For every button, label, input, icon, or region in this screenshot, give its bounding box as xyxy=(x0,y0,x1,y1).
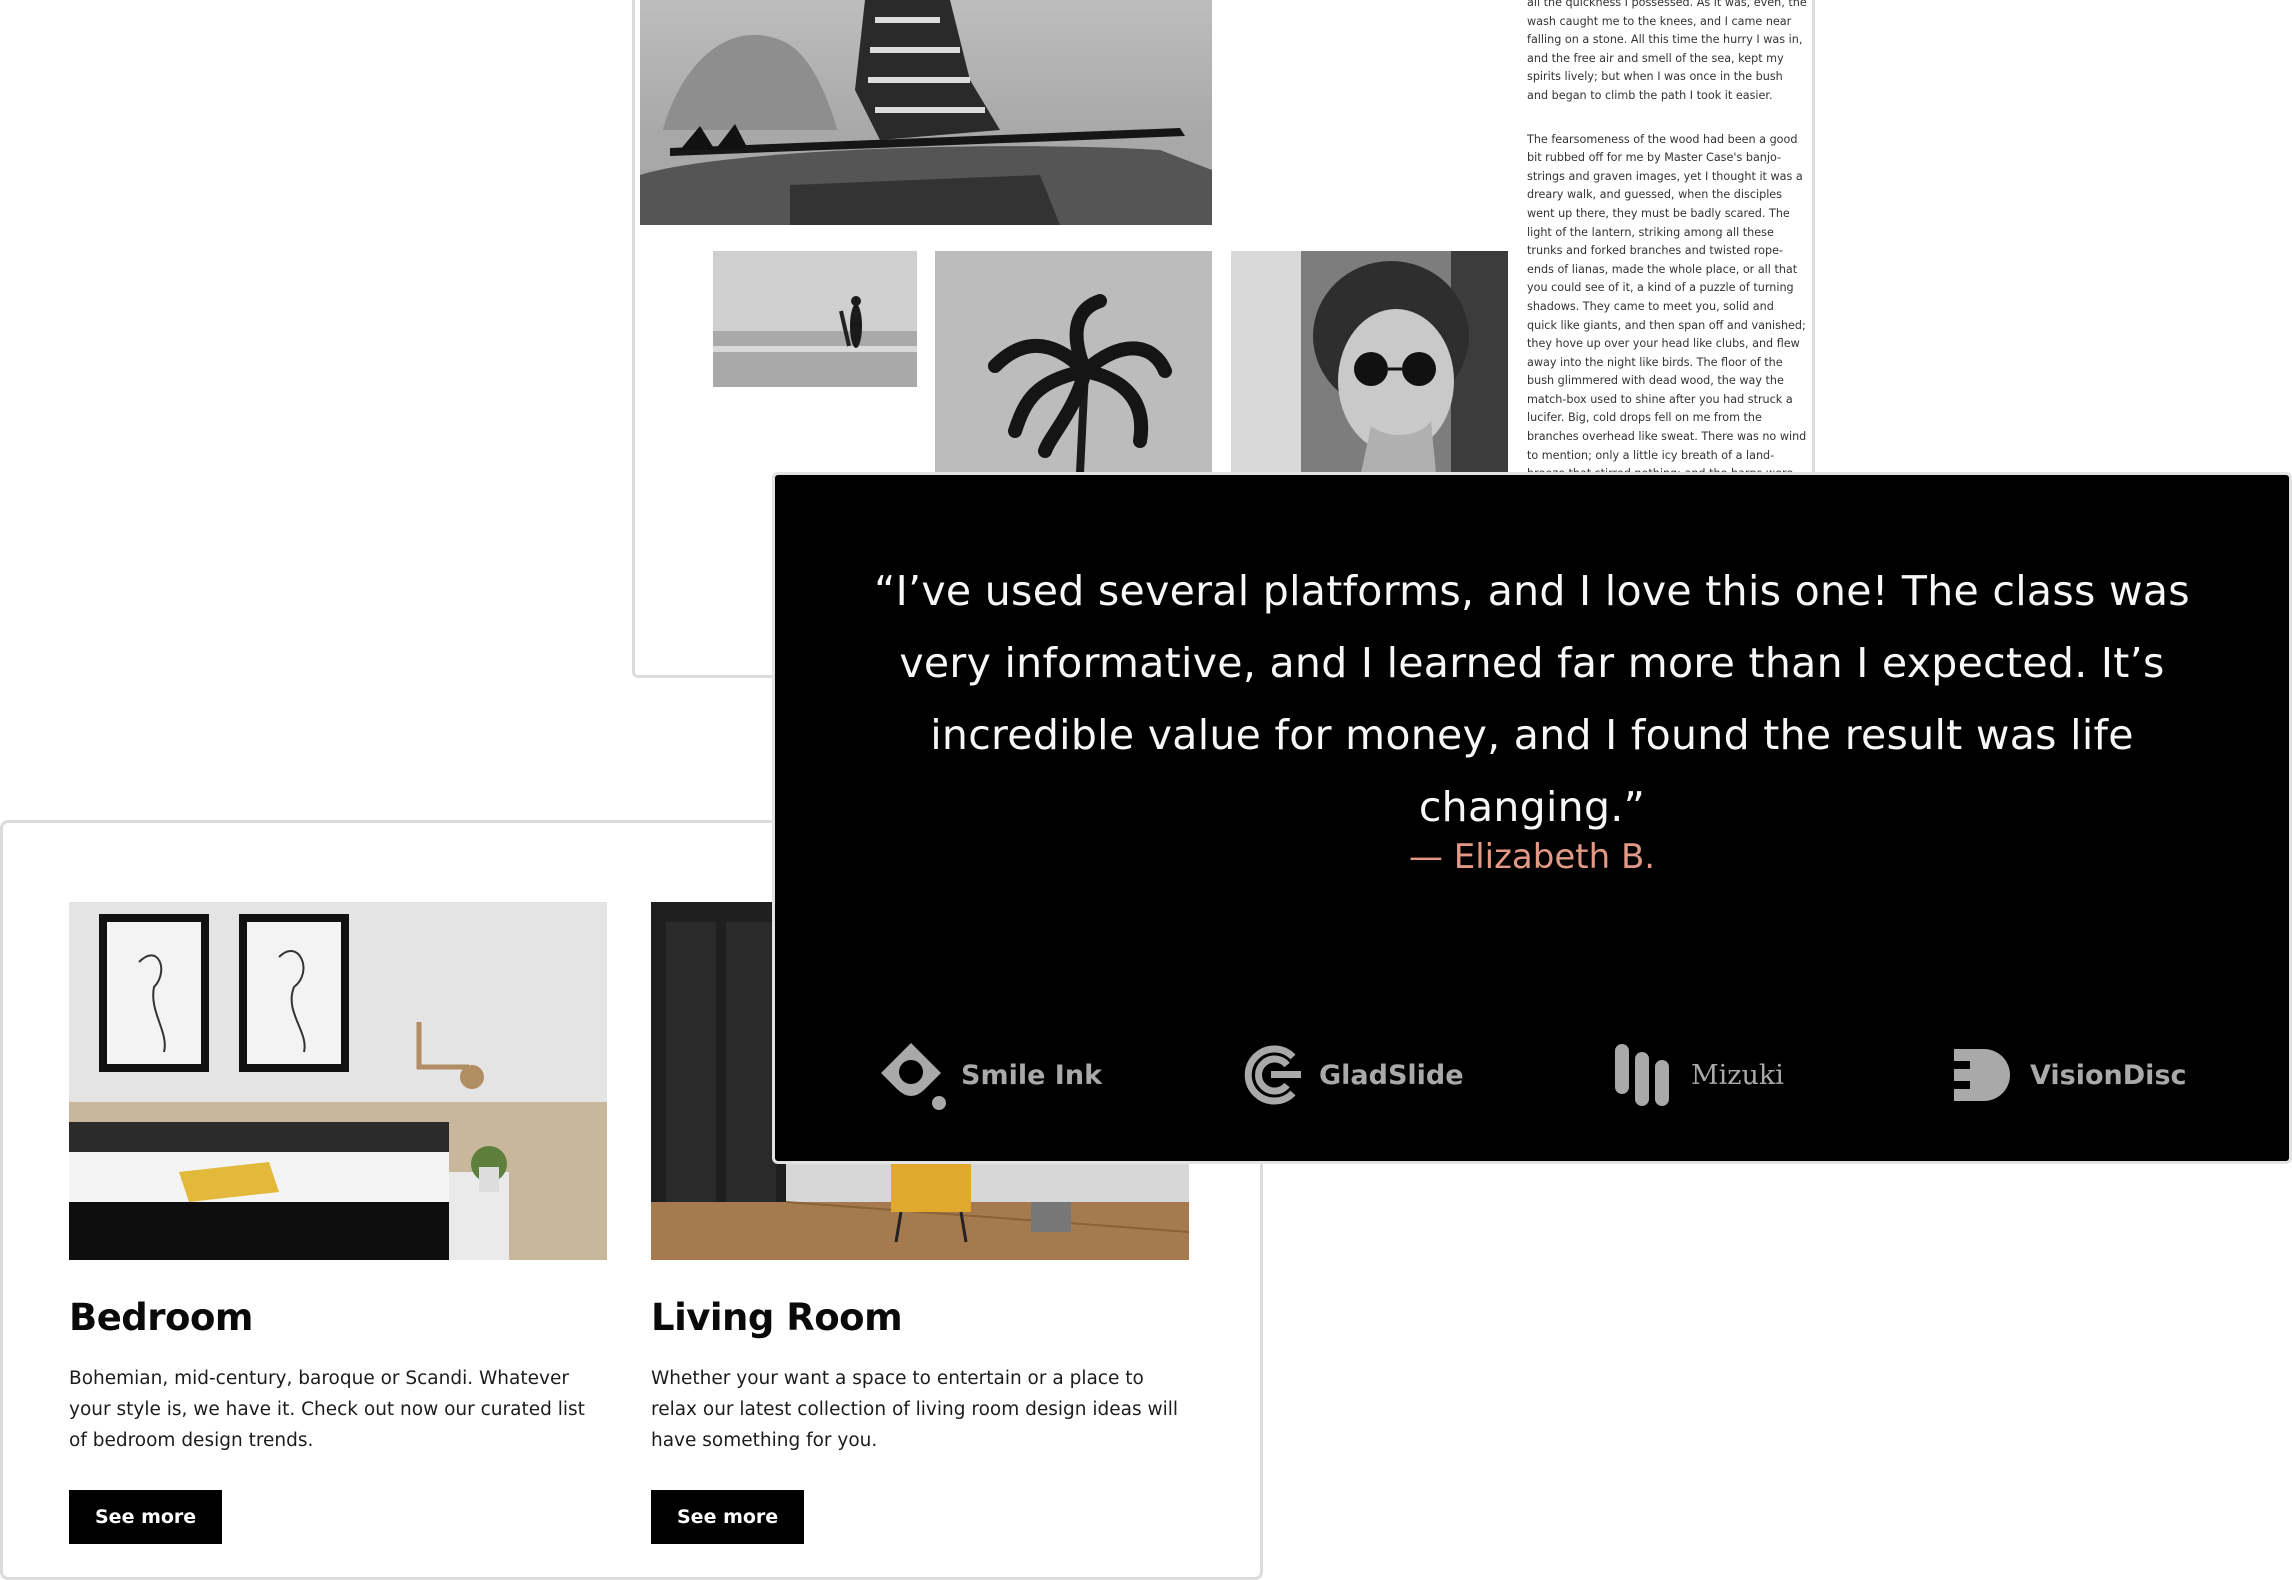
testimonial-quote: “I’ve used several platforms, and I love… xyxy=(874,567,2190,831)
gladslide-icon xyxy=(1244,1045,1301,1105)
room-card-bedroom: Bedroom Bohemian, mid-century, baroque o… xyxy=(69,902,607,1544)
mizuki-logo: Mizuki xyxy=(1611,1035,1784,1115)
partner-logos: Smile Ink GladSlide Mizuki VisionDisc xyxy=(775,1035,2289,1115)
smile-ink-icon xyxy=(881,1043,946,1110)
smile-ink-logo: Smile Ink xyxy=(875,1035,1102,1115)
logo-label: VisionDisc xyxy=(2030,1059,2187,1091)
gladslide-logo: GladSlide xyxy=(1241,1035,1464,1115)
see-more-button[interactable]: See more xyxy=(651,1490,805,1544)
logo-label: Smile Ink xyxy=(961,1059,1103,1091)
visiondisc-logo: VisionDisc xyxy=(1950,1035,2187,1115)
story-text: all the quickness I possessed. As it was… xyxy=(1527,0,1807,527)
testimonial-panel: “I’ve used several platforms, and I love… xyxy=(772,472,2292,1164)
palm-tree-photo xyxy=(935,251,1212,473)
room-title: Bedroom xyxy=(69,1296,253,1339)
visiondisc-icon xyxy=(1954,1049,2010,1101)
see-more-button[interactable]: See more xyxy=(69,1490,223,1544)
sunglasses-woman-photo xyxy=(1231,251,1508,473)
surfer-beach-photo xyxy=(713,251,917,387)
logo-label: Mizuki xyxy=(1691,1059,1784,1091)
room-description: Whether your want a space to entertain o… xyxy=(651,1368,1179,1451)
room-description: Bohemian, mid-century, baroque or Scandi… xyxy=(69,1368,585,1451)
story-paragraph: all the quickness I possessed. As it was… xyxy=(1527,0,1807,102)
story-paragraph: The fearsomeness of the wood had been a … xyxy=(1527,132,1807,499)
mizuki-icon xyxy=(1615,1044,1669,1106)
bedroom-photo xyxy=(69,902,607,1260)
logo-label: GladSlide xyxy=(1319,1059,1464,1091)
car-roof-photo xyxy=(640,0,1212,225)
testimonial-author: — Elizabeth B. xyxy=(1408,837,1656,877)
room-title: Living Room xyxy=(651,1296,903,1339)
